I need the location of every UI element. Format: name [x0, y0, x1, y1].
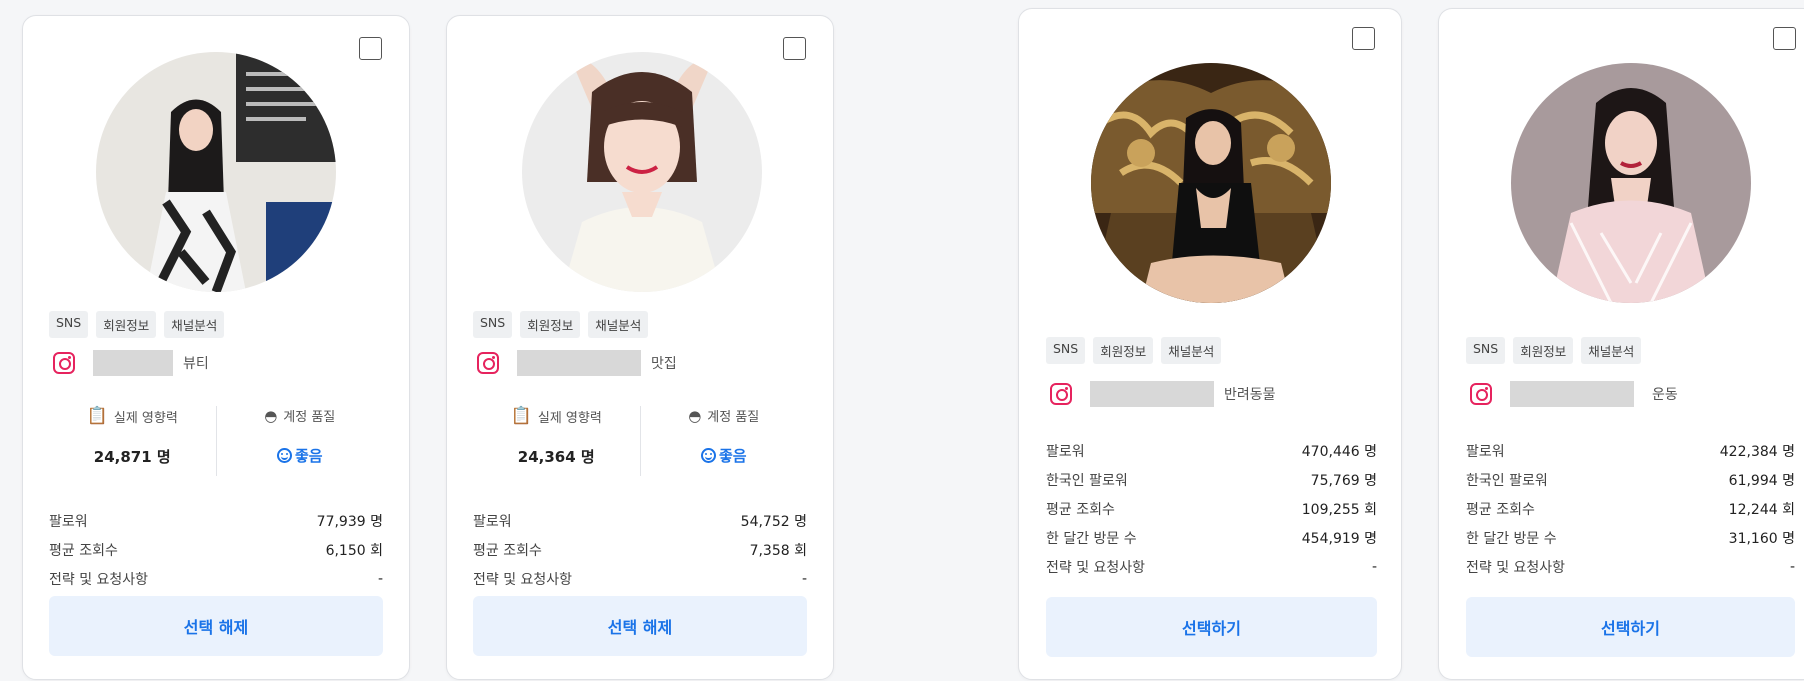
instagram-icon: [1050, 383, 1072, 405]
deselect-button[interactable]: 선택 해제: [49, 596, 383, 656]
stat-followers: 팔로워 422,384 명: [1466, 443, 1795, 460]
account-name-redacted: [93, 350, 173, 376]
smile-icon: [700, 448, 716, 463]
account-name-redacted: [1510, 381, 1634, 407]
influencer-card: SNS 회원정보 채널분석 반려동물 팔로워 470,446 명 한국인 팔로워 7…: [1018, 8, 1402, 680]
tag-list: SNS 회원정보 채널분석: [473, 311, 649, 338]
stats-list: 팔로워 54,752 명 평균 조회수 7,358 회 전략 및 요청사항 -: [473, 506, 807, 593]
stats-list: 팔로워 422,384 명 한국인 팔로워 61,994 명 평균 조회수 12,24…: [1466, 436, 1795, 581]
account-quality-label: 계정 품질: [283, 410, 336, 425]
instagram-icon: [1470, 383, 1492, 405]
tag-member-info[interactable]: 회원정보: [520, 311, 581, 338]
stat-strategy: 전략 및 요청사항 -: [49, 570, 383, 588]
category-label: 반려동물: [1224, 387, 1276, 403]
category-label: 뷰티: [183, 356, 209, 372]
stats-list: 팔로워 470,446 명 한국인 팔로워 75,769 명 평균 조회수 109,2…: [1046, 436, 1377, 581]
tag-sns[interactable]: SNS: [49, 311, 89, 338]
instagram-icon: [477, 352, 499, 374]
real-influence-value: 24,364 명: [517, 448, 595, 466]
select-button[interactable]: 선택하기: [1466, 597, 1795, 657]
stat-korean-followers: 한국인 팔로워 61,994 명: [1466, 472, 1795, 489]
stat-korean-followers: 한국인 팔로워 75,769 명: [1046, 472, 1377, 489]
tag-channel-analysis[interactable]: 채널분석: [1581, 337, 1642, 364]
influencer-card: SNS 회원정보 채널분석 맛집 📋 실제 영향력 24,364 명 ◓ 계정 품질…: [446, 15, 834, 680]
tag-channel-analysis[interactable]: 채널분석: [164, 311, 225, 338]
deselect-button[interactable]: 선택 해제: [473, 596, 807, 656]
tag-channel-analysis[interactable]: 채널분석: [588, 311, 649, 338]
profile-photo: [522, 52, 762, 292]
stat-followers: 팔로워 54,752 명: [473, 513, 807, 530]
clipboard-check-icon: 📋: [510, 406, 532, 426]
account-row: 운동: [1470, 381, 1678, 407]
category-label: 운동: [1652, 387, 1678, 403]
account-name-redacted: [1090, 381, 1214, 407]
tag-list: SNS 회원정보 채널분석: [1466, 337, 1642, 364]
gauge-icon: ◓: [688, 406, 702, 425]
category-label: 맛집: [651, 356, 677, 372]
stats-list: 팔로워 77,939 명 평균 조회수 6,150 회 전략 및 요청사항 -: [49, 506, 383, 593]
stat-strategy: 전략 및 요청사항 -: [1466, 558, 1795, 576]
stat-avg-views: 평균 조회수 12,244 회: [1466, 501, 1795, 518]
real-influence-value: 24,871 명: [93, 448, 171, 466]
stat-strategy: 전략 및 요청사항 -: [1046, 558, 1377, 576]
quality-value: 좋음: [294, 447, 323, 465]
stat-followers: 팔로워 470,446 명: [1046, 443, 1377, 460]
instagram-icon: [53, 352, 75, 374]
tag-list: SNS 회원정보 채널분석: [49, 311, 225, 338]
stat-avg-views: 평균 조회수 7,358 회: [473, 542, 807, 559]
select-button[interactable]: 선택하기: [1046, 597, 1377, 657]
quality-value: 좋음: [718, 447, 747, 465]
stat-strategy: 전략 및 요청사항 -: [473, 570, 807, 588]
clipboard-check-icon: 📋: [86, 406, 108, 426]
stat-monthly-visits: 한 달간 방문 수 454,919 명: [1046, 530, 1377, 547]
tag-member-info[interactable]: 회원정보: [1093, 337, 1154, 364]
account-row: 반려동물: [1050, 381, 1276, 407]
profile-photo: [96, 52, 336, 292]
gauge-icon: ◓: [264, 406, 278, 425]
tag-member-info[interactable]: 회원정보: [96, 311, 157, 338]
select-checkbox[interactable]: [1773, 27, 1796, 50]
smile-icon: [276, 448, 292, 463]
influence-quality-panel: 📋 실제 영향력 24,871 명 ◓ 계정 품질 좋음: [49, 406, 383, 476]
account-quality-label: 계정 품질: [707, 410, 760, 425]
tag-channel-analysis[interactable]: 채널분석: [1161, 337, 1222, 364]
tag-list: SNS 회원정보 채널분석: [1046, 337, 1222, 364]
influencer-card: SNS 회원정보 채널분석 뷰티 📋 실제 영향력 24,871 명 ◓ 계정 품질…: [22, 15, 410, 680]
profile-photo: [1091, 63, 1331, 303]
account-row: 맛집: [477, 350, 677, 376]
influence-quality-panel: 📋 실제 영향력 24,364 명 ◓ 계정 품질 좋음: [473, 406, 807, 476]
select-checkbox[interactable]: [359, 37, 382, 60]
stat-avg-views: 평균 조회수 109,255 회: [1046, 501, 1377, 518]
stat-followers: 팔로워 77,939 명: [49, 513, 383, 530]
account-name-redacted: [517, 350, 641, 376]
real-influence-label: 실제 영향력: [537, 410, 602, 426]
stat-monthly-visits: 한 달간 방문 수 31,160 명: [1466, 530, 1795, 547]
select-checkbox[interactable]: [1352, 27, 1375, 50]
profile-photo: [1511, 63, 1751, 303]
influencer-card: SNS 회원정보 채널분석 운동 팔로워 422,384 명 한국인 팔로워 61,…: [1438, 8, 1804, 680]
select-checkbox[interactable]: [783, 37, 806, 60]
stat-avg-views: 평균 조회수 6,150 회: [49, 542, 383, 559]
tag-sns[interactable]: SNS: [1046, 337, 1086, 364]
tag-member-info[interactable]: 회원정보: [1513, 337, 1574, 364]
real-influence-label: 실제 영향력: [113, 410, 178, 426]
account-row: 뷰티: [53, 350, 209, 376]
tag-sns[interactable]: SNS: [473, 311, 513, 338]
tag-sns[interactable]: SNS: [1466, 337, 1506, 364]
